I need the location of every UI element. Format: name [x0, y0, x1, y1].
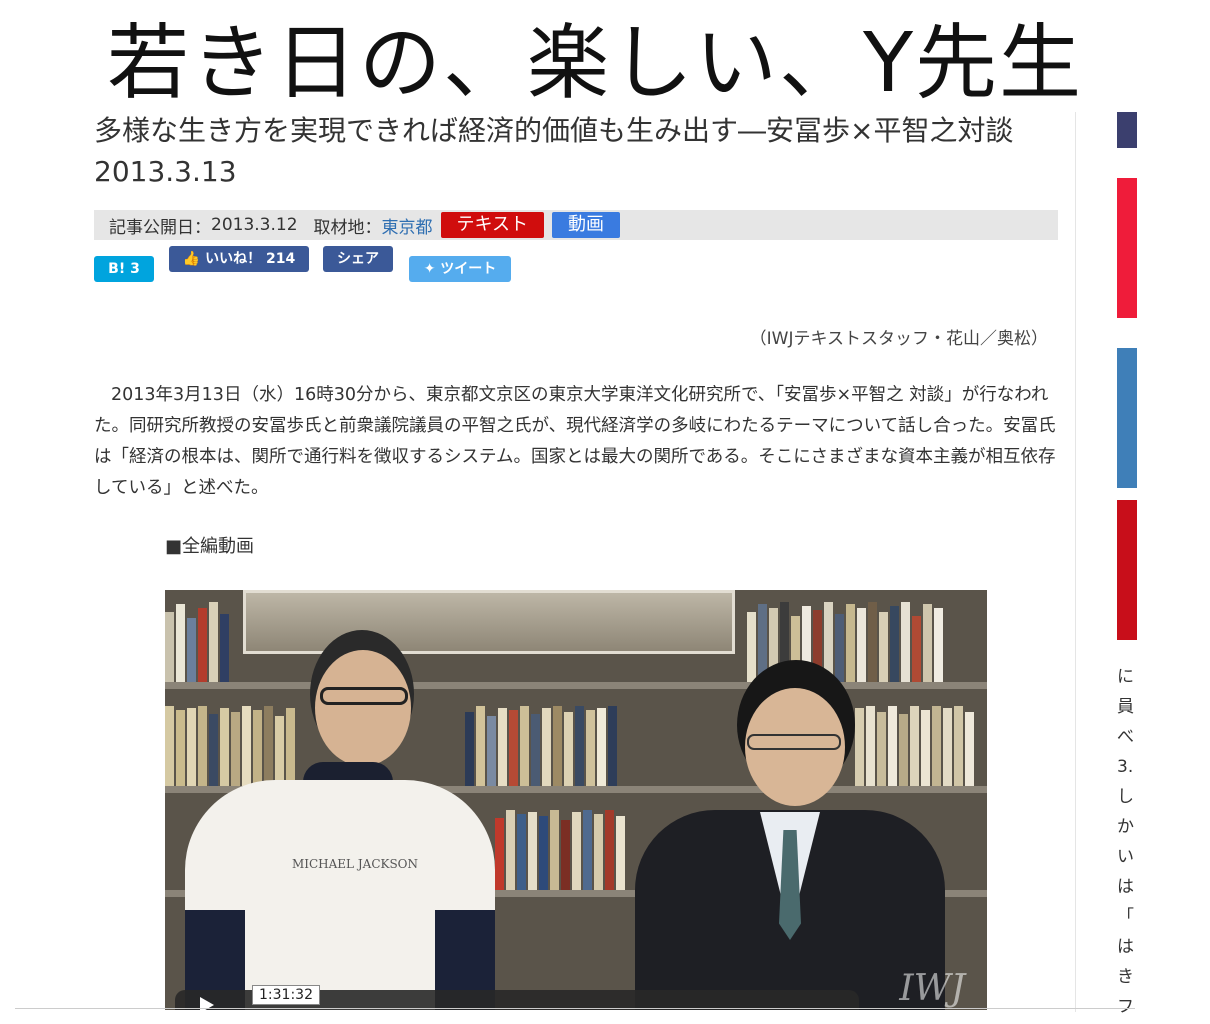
published-date: 2013.3.12: [211, 215, 298, 235]
video-player[interactable]: MICHAEL JACKSON IWJ 1:31:32: [165, 590, 987, 1010]
books: [855, 704, 976, 786]
books: [165, 600, 231, 682]
sidebar-banner-blue[interactable]: [1117, 348, 1137, 488]
published-label: 記事公開日：: [109, 217, 211, 238]
sidebar-snippet: フ: [1117, 997, 1134, 1017]
shirt-print: MICHAEL JACKSON: [291, 857, 419, 871]
glasses: [320, 687, 408, 705]
column-divider: [1075, 112, 1076, 1012]
books: [495, 808, 627, 890]
article-title: 多様な生き方を実現できれば経済的価値も生み出す―安冨歩×平智之対談 2013.3…: [94, 114, 1014, 188]
sidebar-banner-darkred[interactable]: [1117, 500, 1137, 640]
sidebar-snippet: い: [1117, 847, 1134, 867]
facebook-like-button[interactable]: 👍 いいね！ 214: [169, 246, 309, 272]
sidebar-snippet: し: [1117, 787, 1134, 807]
books: [465, 704, 619, 786]
iwj-watermark: IWJ: [899, 968, 965, 1009]
tag-text[interactable]: テキスト: [440, 212, 544, 238]
sidebar-snippet: 「: [1117, 907, 1134, 927]
sidebar-thumbnail[interactable]: [1117, 112, 1137, 148]
sidebar-snippet: 員: [1117, 697, 1134, 717]
books: [165, 704, 297, 786]
sidebar-snippet: は: [1117, 877, 1134, 897]
person-left-face: [315, 650, 411, 766]
tweet-label: ツイート: [440, 261, 497, 277]
sidebar-snippet: べ: [1117, 727, 1134, 747]
sidebar-snippet: は: [1117, 937, 1134, 957]
author-credit: （IWJテキストスタッフ・花山／奥松）: [749, 329, 1048, 349]
overlay-caption: 若き日の、楽しい、Y先生: [106, 16, 1084, 111]
article-meta-bar: 記事公開日： 2013.3.12 取材地： 東京都 テキスト 動画: [94, 210, 1058, 240]
tag-video[interactable]: 動画: [552, 212, 620, 238]
video-duration: 1:31:32: [252, 985, 320, 1005]
sidebar-banner-red[interactable]: [1117, 178, 1137, 318]
video-section-label: ■全編動画: [165, 536, 255, 557]
sidebar-snippet: か: [1117, 817, 1134, 837]
hatena-bookmark-button[interactable]: B! 3: [94, 256, 154, 282]
tweet-button[interactable]: ✦ ツイート: [409, 256, 511, 282]
facebook-share-button[interactable]: シェア: [323, 246, 393, 272]
sidebar-snippet: 3.: [1117, 757, 1134, 777]
article: 多様な生き方を実現できれば経済的価値も生み出す―安冨歩×平智之対談 2013.3…: [94, 110, 1058, 1010]
sidebar-snippet: き: [1117, 967, 1134, 987]
sidebar-snippet: に: [1117, 667, 1134, 687]
article-body: 2013年3月13日（水）16時30分から、東京都文京区の東京大学東洋文化研究所…: [94, 385, 1056, 498]
sidebar-snippets: に 員 べ 3. し か い は 「 は き フ: [1117, 662, 1134, 1022]
like-count: いいね！ 214: [205, 251, 296, 267]
bottom-border: [15, 1008, 1135, 1009]
twitter-bird-icon: ✦: [423, 261, 436, 277]
glasses: [747, 734, 841, 750]
social-buttons: B! 3 👍 いいね！ 214 シェア ✦ ツイート: [94, 246, 1058, 306]
thumbs-up-icon: 👍: [182, 251, 201, 267]
bookshelf: [165, 682, 987, 689]
wall-poster: [243, 590, 735, 654]
location-link[interactable]: 東京都: [382, 213, 433, 238]
location-label: 取材地：: [313, 217, 382, 238]
